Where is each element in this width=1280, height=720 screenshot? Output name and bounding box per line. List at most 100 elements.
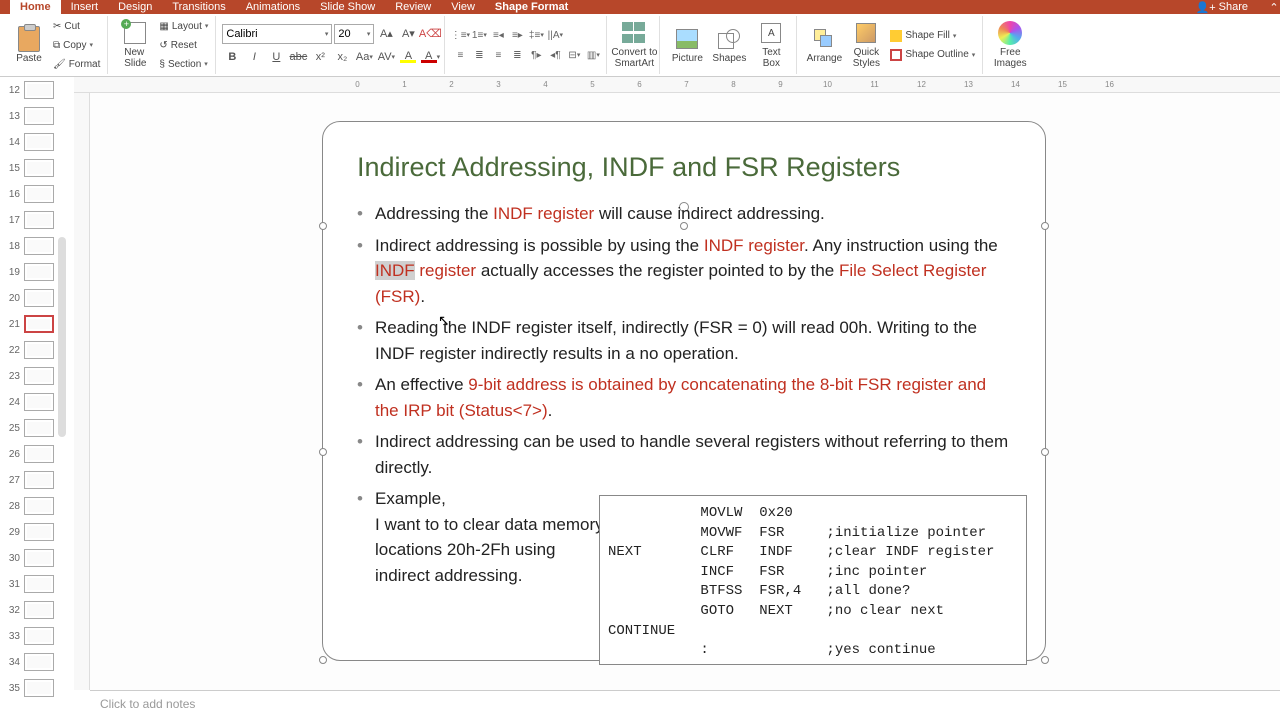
layout-button[interactable]: ▦Layout▾ [156, 17, 211, 35]
align-text-button[interactable]: ⊟▾ [565, 46, 583, 64]
tab-home[interactable]: Home [10, 0, 61, 14]
resize-handle[interactable] [319, 448, 327, 456]
align-center-button[interactable]: ≣ [470, 46, 488, 64]
thumbnail-preview[interactable] [24, 627, 54, 645]
numbering-button[interactable]: 1≡▾ [470, 26, 488, 44]
align-left-button[interactable]: ≡ [451, 46, 469, 64]
thumbnail-preview[interactable] [24, 367, 54, 385]
thumbnail-preview[interactable] [24, 263, 54, 281]
slide-thumbnail[interactable]: 27 [0, 467, 74, 493]
slide-thumbnail[interactable]: 30 [0, 545, 74, 571]
decrease-indent-button[interactable]: ≡◂ [489, 26, 507, 44]
bullet-2[interactable]: Indirect addressing is possible by using… [357, 233, 1011, 310]
slide-thumbnail[interactable]: 14 [0, 129, 74, 155]
resize-handle[interactable] [319, 222, 327, 230]
grow-font-button[interactable]: A▴ [376, 24, 396, 44]
shape-fill-button[interactable]: Shape Fill▾ [887, 27, 978, 45]
thumbnail-preview[interactable] [24, 445, 54, 463]
align-right-button[interactable]: ≡ [489, 46, 507, 64]
font-size-select[interactable]: 20▾ [334, 24, 374, 44]
thumbnail-preview[interactable] [24, 81, 54, 99]
format-painter-button[interactable]: 🖌Format [50, 55, 103, 73]
resize-handle[interactable] [1041, 222, 1049, 230]
bold-button[interactable]: B [222, 47, 242, 67]
ribbon-collapse-icon[interactable]: ⌃ [1268, 1, 1280, 14]
free-images-button[interactable]: Free Images [989, 16, 1031, 74]
justify-button[interactable]: ≣ [508, 46, 526, 64]
columns-button[interactable]: ▥▾ [584, 46, 602, 64]
tab-review[interactable]: Review [385, 0, 441, 14]
thumbnail-preview[interactable] [24, 523, 54, 541]
line-spacing-button[interactable]: ‡≡▾ [527, 26, 545, 44]
tab-insert[interactable]: Insert [61, 0, 109, 14]
bullets-button[interactable]: ⋮≡▾ [451, 26, 469, 44]
tab-view[interactable]: View [441, 0, 485, 14]
bullet-5[interactable]: Indirect addressing can be used to handl… [357, 429, 1011, 480]
thumbnail-scrollbar[interactable] [58, 237, 66, 437]
clear-format-button[interactable]: A⌫ [420, 24, 440, 44]
rtl-button[interactable]: ◂¶ [546, 46, 564, 64]
thumbnail-preview[interactable] [24, 601, 54, 619]
strike-button[interactable]: abc [288, 47, 308, 67]
thumbnail-preview[interactable] [24, 393, 54, 411]
superscript-button[interactable]: x² [310, 47, 330, 67]
thumbnail-preview[interactable] [24, 497, 54, 515]
thumbnail-preview[interactable] [24, 159, 54, 177]
slide-thumbnail[interactable]: 29 [0, 519, 74, 545]
bullet-1[interactable]: Addressing the INDF register will cause … [357, 201, 1011, 227]
thumbnail-preview[interactable] [24, 575, 54, 593]
bullet-6[interactable]: Example,I want to to clear data memory l… [357, 486, 607, 588]
thumbnail-preview[interactable] [24, 419, 54, 437]
slide-thumbnail[interactable]: 15 [0, 155, 74, 181]
paste-button[interactable]: Paste [8, 16, 50, 74]
resize-handle[interactable] [319, 656, 327, 664]
change-case-button[interactable]: Aa▾ [354, 47, 374, 67]
thumbnail-preview[interactable] [24, 679, 54, 697]
copy-button[interactable]: ⧉Copy▾ [50, 36, 103, 54]
italic-button[interactable]: I [244, 47, 264, 67]
slide-title[interactable]: Indirect Addressing, INDF and FSR Regist… [357, 152, 1011, 183]
slide-thumbnail[interactable]: 28 [0, 493, 74, 519]
slide-thumbnail[interactable]: 34 [0, 649, 74, 675]
slide-thumbnail[interactable]: 13 [0, 103, 74, 129]
shape-outline-button[interactable]: Shape Outline▾ [887, 46, 978, 64]
picture-button[interactable]: Picture [666, 16, 708, 74]
font-name-select[interactable]: Calibri▾ [222, 24, 332, 44]
slide-thumbnail[interactable]: 31 [0, 571, 74, 597]
slide-thumbnail[interactable]: 35 [0, 675, 74, 701]
cut-button[interactable]: ✂Cut [50, 17, 103, 35]
highlight-button[interactable]: A [398, 47, 418, 67]
share-button[interactable]: 👤+Share [1196, 1, 1248, 14]
subscript-button[interactable]: x₂ [332, 47, 352, 67]
slide-thumbnail[interactable]: 33 [0, 623, 74, 649]
tab-design[interactable]: Design [108, 0, 162, 14]
reset-button[interactable]: ↺Reset [156, 36, 211, 54]
arrange-button[interactable]: Arrange [803, 16, 845, 74]
slide-thumbnail[interactable]: 17 [0, 207, 74, 233]
slide-thumbnail[interactable]: 16 [0, 181, 74, 207]
convert-smartart-button[interactable]: Convert to SmartArt [613, 16, 655, 74]
textbox-button[interactable]: A Text Box [750, 16, 792, 74]
text-direction-button[interactable]: ||A▾ [546, 26, 564, 44]
thumbnail-preview[interactable] [24, 211, 54, 229]
thumbnail-preview[interactable] [24, 549, 54, 567]
underline-button[interactable]: U [266, 47, 286, 67]
thumbnail-preview[interactable] [24, 315, 54, 333]
new-slide-button[interactable]: New Slide [114, 16, 156, 74]
slide-canvas[interactable]: Indirect Addressing, INDF and FSR Regist… [90, 93, 1280, 690]
tab-transitions[interactable]: Transitions [162, 0, 235, 14]
code-example-box[interactable]: MOVLW 0x20 MOVWF FSR ;initialize pointer… [599, 495, 1027, 665]
resize-handle[interactable] [1041, 448, 1049, 456]
thumbnail-preview[interactable] [24, 653, 54, 671]
slide-thumbnail[interactable]: 12 [0, 77, 74, 103]
thumbnail-preview[interactable] [24, 471, 54, 489]
bullet-3[interactable]: Reading the INDF register itself, indire… [357, 315, 1011, 366]
resize-handle[interactable] [1041, 656, 1049, 664]
quick-styles-button[interactable]: Quick Styles [845, 16, 887, 74]
tab-slideshow[interactable]: Slide Show [310, 0, 385, 14]
bullet-4[interactable]: An effective 9-bit address is obtained b… [357, 372, 1011, 423]
slide-content-shape[interactable]: Indirect Addressing, INDF and FSR Regist… [322, 121, 1046, 661]
tab-shape-format[interactable]: Shape Format [485, 0, 578, 14]
thumbnail-preview[interactable] [24, 185, 54, 203]
slide-thumbnail[interactable]: 26 [0, 441, 74, 467]
